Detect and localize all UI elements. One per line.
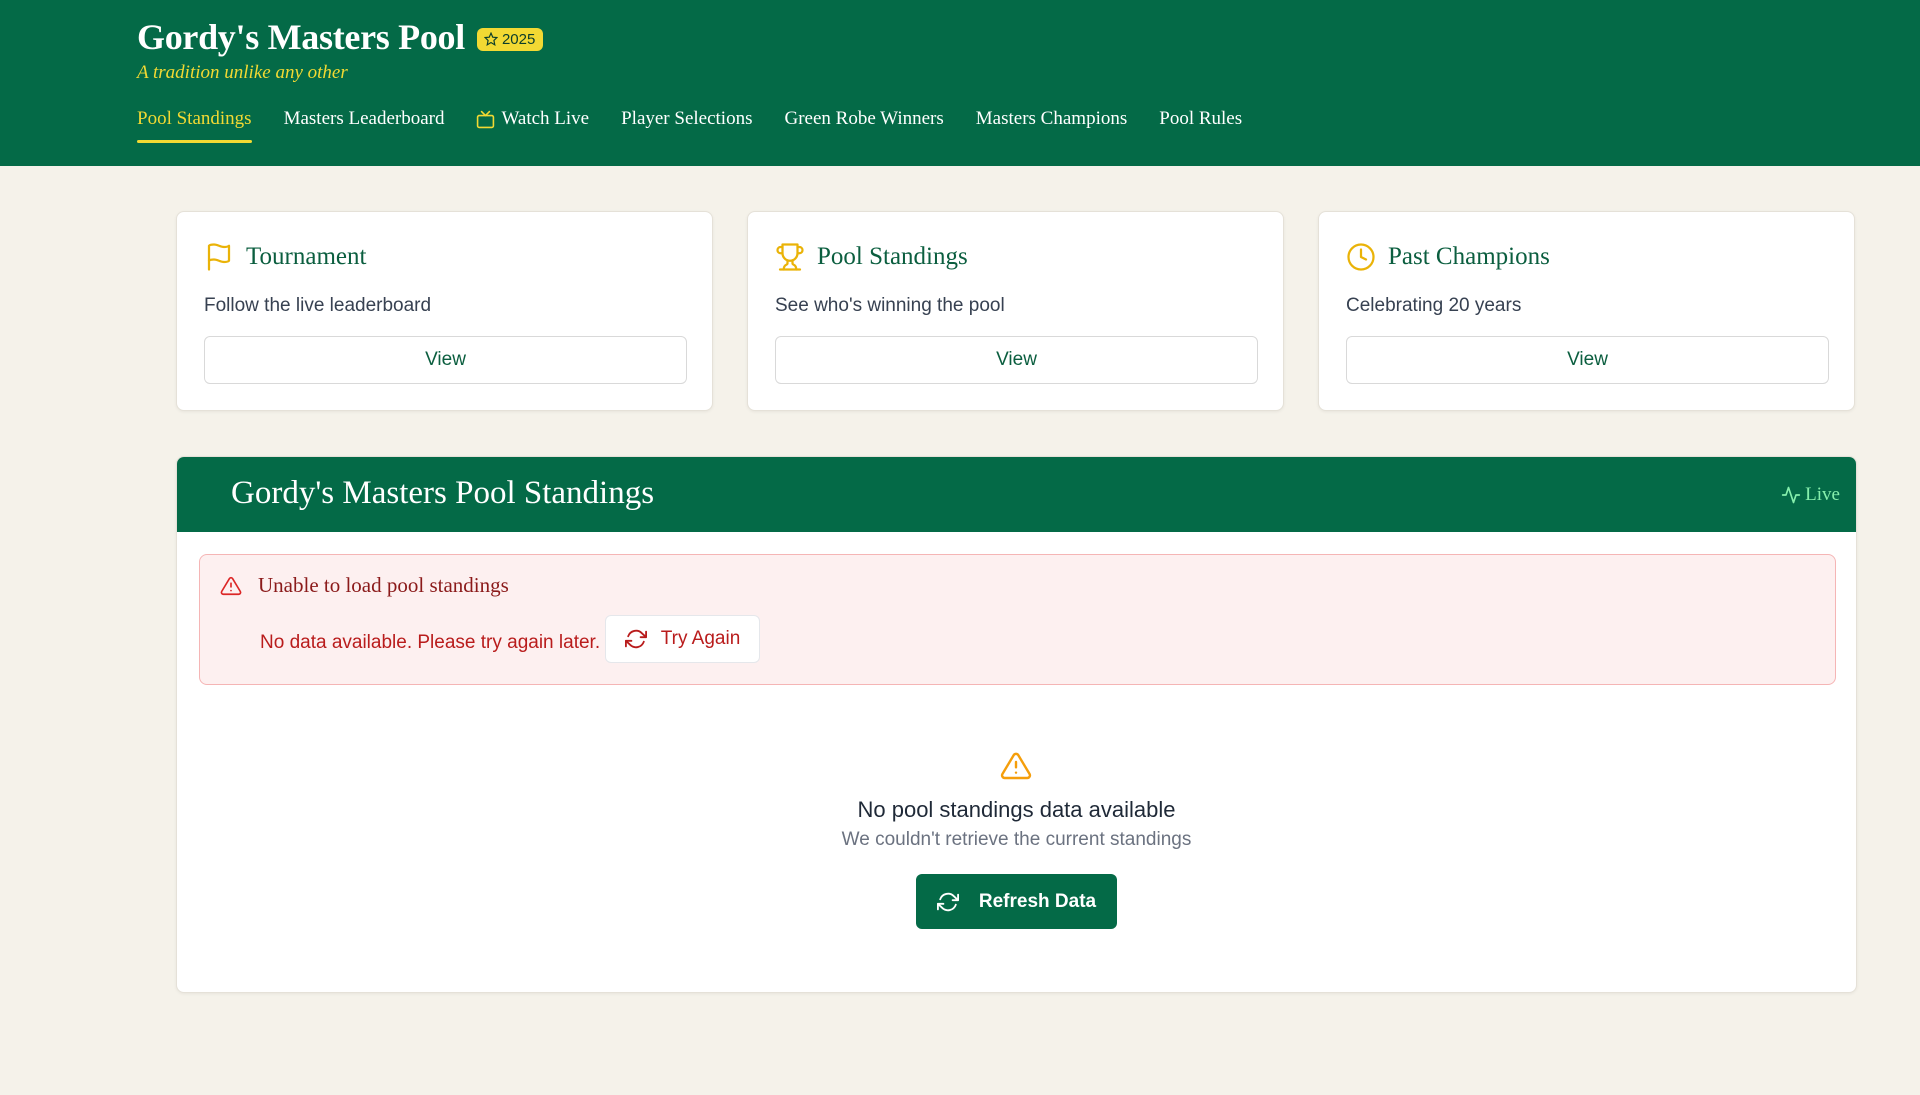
nav-item-player-selections[interactable]: Player Selections	[621, 108, 752, 144]
nav-item-label: Masters Leaderboard	[283, 108, 445, 129]
nav-item-watch-live[interactable]: Watch Live	[476, 108, 589, 144]
year-badge-label: 2025	[501, 30, 536, 48]
error-header: Unable to load pool standings	[220, 573, 509, 598]
nav-item-label: Player Selections	[621, 108, 753, 129]
view-past-champions-button[interactable]: View	[1346, 336, 1829, 384]
empty-state-title: No pool standings data available	[857, 797, 1176, 822]
year-badge: 2025	[476, 27, 544, 51]
try-again-button[interactable]: Try Again	[605, 615, 760, 663]
card-description: Celebrating 20 years	[1346, 295, 1522, 316]
card-past-champions: Past Champions Celebrating 20 years View	[1318, 211, 1855, 411]
view-tournament-button[interactable]: View	[204, 336, 687, 384]
refresh-icon	[936, 892, 959, 911]
card-title: Pool Standings	[817, 243, 968, 270]
card-title: Tournament	[246, 243, 367, 270]
nav-item-label: Pool Standings	[137, 108, 252, 129]
standings-header: Gordy's Masters Pool Standings Live	[177, 457, 1856, 532]
nav-item-masters-champions[interactable]: Masters Champions	[976, 108, 1127, 144]
error-alert: Unable to load pool standings No data av…	[199, 554, 1836, 685]
site-title[interactable]: Gordy's Masters Pool	[137, 16, 465, 58]
refresh-icon	[624, 629, 647, 649]
standings-panel: Gordy's Masters Pool Standings Live Unab…	[176, 456, 1857, 993]
tagline: A tradition unlike any other	[137, 62, 348, 83]
nav-item-pool-rules[interactable]: Pool Rules	[1159, 108, 1242, 144]
view-pool-standings-button[interactable]: View	[775, 336, 1258, 384]
error-message: No data available. Please try again late…	[260, 632, 601, 653]
card-header: Past Champions	[1346, 242, 1550, 272]
card-tournament: Tournament Follow the live leaderboard V…	[176, 211, 713, 411]
live-label: Live	[1805, 484, 1840, 505]
refresh-data-label: Refresh Data	[978, 890, 1097, 912]
card-description: Follow the live leaderboard	[204, 295, 432, 316]
site-header: Gordy's Masters Pool 2025 A tradition un…	[0, 0, 1920, 166]
brand: Gordy's Masters Pool 2025	[137, 16, 544, 58]
clock-icon	[1347, 243, 1375, 271]
card-description: See who's winning the pool	[775, 295, 1005, 316]
card-header: Tournament	[204, 242, 366, 272]
star-icon	[483, 32, 498, 46]
flag-icon	[207, 243, 231, 271]
nav-item-pool-standings[interactable]: Pool Standings	[137, 108, 252, 144]
alert-triangle-icon	[220, 576, 242, 595]
trophy-icon	[776, 243, 804, 271]
empty-state-subtitle: We couldn't retrieve the current standin…	[841, 829, 1192, 850]
nav-item-label: Green Robe Winners	[784, 108, 944, 129]
card-header: Pool Standings	[775, 242, 968, 272]
standings-title: Gordy's Masters Pool Standings	[231, 475, 655, 511]
nav-item-label: Pool Rules	[1159, 108, 1243, 129]
error-title: Unable to load pool standings	[258, 573, 509, 597]
nav-item-label: Masters Champions	[975, 108, 1128, 129]
main-nav: Pool Standings Masters Leaderboard Watch…	[137, 108, 1274, 144]
tv-icon	[477, 110, 495, 129]
live-indicator: Live	[1781, 484, 1840, 506]
refresh-data-button[interactable]: Refresh Data	[916, 874, 1117, 929]
card-pool-standings: Pool Standings See who's winning the poo…	[747, 211, 1284, 411]
nav-item-masters-leaderboard[interactable]: Masters Leaderboard	[284, 108, 445, 144]
nav-item-label: Watch Live	[501, 108, 590, 129]
nav-item-green-robe-winners[interactable]: Green Robe Winners	[784, 108, 943, 144]
card-title: Past Champions	[1388, 243, 1550, 270]
warning-icon	[1000, 752, 1032, 780]
try-again-label: Try Again	[660, 628, 741, 649]
activity-icon	[1782, 486, 1801, 504]
